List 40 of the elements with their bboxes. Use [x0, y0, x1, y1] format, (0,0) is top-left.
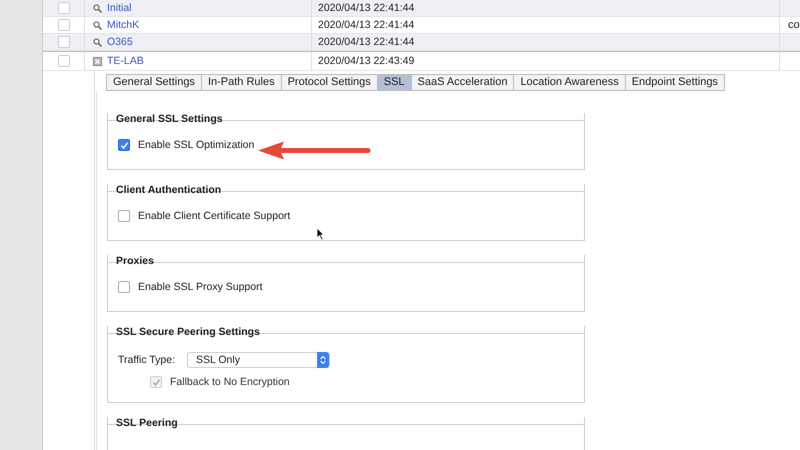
checkbox-label: Enable SSL Proxy Support	[138, 281, 263, 293]
tab[interactable]: Endpoint Settings	[626, 75, 724, 90]
group-title: SSL Peering	[115, 417, 179, 429]
search-icon[interactable]	[93, 4, 102, 12]
row-checkbox[interactable]	[58, 36, 70, 48]
tab[interactable]: In-Path Rules	[202, 75, 282, 90]
traffic-type-dropdown[interactable]: SSL Only	[187, 352, 330, 368]
tab[interactable]: Protocol Settings	[282, 75, 378, 90]
tab[interactable]: SSL	[378, 75, 412, 90]
group-title: SSL Secure Peering Settings	[115, 326, 261, 338]
tab[interactable]: General Settings	[107, 75, 202, 90]
row-checkbox[interactable]	[58, 19, 70, 31]
date-text: 2020/04/13 22:43:49	[318, 55, 414, 67]
checkbox-label: Fallback to No Encryption	[170, 376, 290, 388]
checkbox[interactable]	[118, 281, 130, 293]
name-link[interactable]: TE-LAB	[107, 55, 144, 67]
date-text: 2020/04/13 22:41:44	[318, 36, 414, 48]
pointer-icon	[316, 227, 325, 241]
field-label: Traffic Type:	[118, 354, 175, 366]
group-title: Client Authentication	[115, 184, 222, 196]
tab[interactable]: Location Awareness	[514, 75, 626, 90]
checkbox-label: Enable Client Certificate Support	[138, 210, 290, 222]
name-link[interactable]: MitchK	[107, 19, 140, 31]
date-text: 2020/04/13 22:41:44	[318, 2, 414, 14]
checkbox[interactable]	[118, 139, 130, 151]
x-box-icon[interactable]	[93, 56, 102, 66]
row-checkbox[interactable]	[58, 55, 70, 67]
checkbox[interactable]	[118, 210, 130, 222]
date-text: 2020/04/13 22:41:44	[318, 19, 414, 31]
group-title: General SSL Settings	[115, 113, 224, 125]
search-icon[interactable]	[93, 20, 102, 30]
group-title: Proxies	[115, 255, 155, 267]
cell-text: co	[788, 19, 800, 31]
tab[interactable]: SaaS Acceleration	[412, 75, 514, 90]
stepper-icon[interactable]	[317, 352, 329, 368]
name-link[interactable]: O365	[107, 36, 133, 48]
checkbox-label: Enable SSL Optimization	[138, 139, 254, 151]
name-link[interactable]: Initial	[107, 2, 132, 14]
search-icon[interactable]	[93, 38, 102, 46]
row-checkbox[interactable]	[58, 2, 70, 14]
